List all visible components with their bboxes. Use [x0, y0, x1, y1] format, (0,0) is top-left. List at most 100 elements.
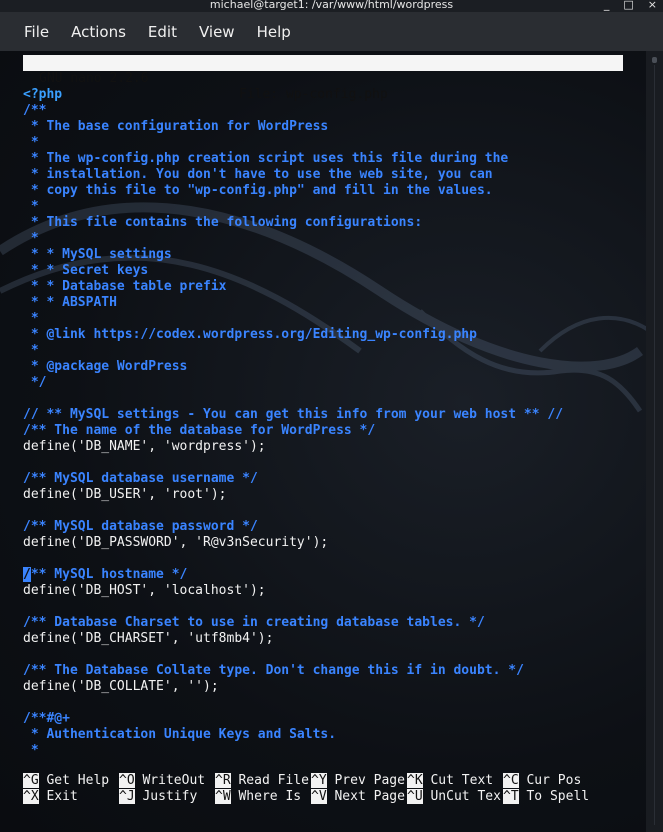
code-line: /** The name of the database for WordPre…: [23, 423, 376, 438]
shortcut-label: UnCut Tex: [422, 789, 501, 804]
shortcut-key: ^J: [119, 789, 135, 804]
shortcut-writeout[interactable]: ^O WriteOut: [119, 773, 205, 789]
code-line: * * MySQL settings: [23, 247, 172, 262]
shortcut-next-page[interactable]: ^V Next Page: [311, 789, 405, 805]
code-line: * The wp-config.php creation script uses…: [23, 151, 509, 166]
shortcut-key: ^U: [407, 789, 423, 804]
shortcut-label: Read File: [230, 773, 309, 788]
shortcut-read-file[interactable]: ^R Read File: [215, 773, 309, 789]
code-line: * This file contains the following confi…: [23, 215, 423, 230]
shortcut-key: ^O: [119, 773, 135, 788]
shortcut-key: ^V: [311, 789, 327, 804]
code-line: * installation. You don't have to use th…: [23, 167, 493, 182]
menu-actions[interactable]: Actions: [71, 23, 126, 41]
shortcut-label: Cut Text: [422, 773, 494, 788]
scrollbar-track: [654, 65, 655, 825]
code-line: // ** MySQL settings - You can get this …: [23, 407, 564, 422]
shortcut-key: ^C: [503, 773, 519, 788]
shortcut-label: Next Page: [326, 789, 405, 804]
code-line: *: [23, 199, 39, 214]
code-line: *: [23, 231, 39, 246]
nano-header: GNU nano 2.2.6 File: wp-config.php: [23, 55, 623, 102]
code-line: * The base configuration for WordPress: [23, 119, 329, 134]
nano-shortcut-bar: ^G Get Help ^O WriteOut ^R Read File ^Y Pre…: [23, 773, 643, 805]
menu-file[interactable]: File: [24, 23, 49, 41]
menu-edit[interactable]: Edit: [148, 23, 177, 41]
menu-view[interactable]: View: [199, 23, 235, 41]
code-line: *: [23, 743, 39, 758]
shortcut-row: ^X Exit ^J Justify ^W Where Is ^V Next Page…: [23, 789, 643, 805]
code-line: */: [23, 375, 47, 390]
code-line: define('DB_HOST', 'localhost');: [23, 583, 266, 598]
maximize-icon[interactable]: □: [623, 0, 633, 11]
text-cursor: /: [23, 567, 31, 582]
code-line: *: [23, 343, 39, 358]
scrollbar[interactable]: [646, 51, 663, 832]
window-controls: _ □ ×: [604, 0, 657, 11]
code-line: define('DB_COLLATE', '');: [23, 679, 219, 694]
shortcut-key: ^X: [23, 789, 39, 804]
shortcut-exit[interactable]: ^X Exit: [23, 789, 78, 805]
close-icon[interactable]: ×: [648, 0, 657, 11]
shortcut-label: Exit: [38, 789, 78, 804]
shortcut-key: ^Y: [311, 773, 327, 788]
shortcut-cut-text[interactable]: ^K Cut Text: [407, 773, 493, 789]
code-line: * @link https://codex.wordpress.org/Edit…: [23, 327, 477, 342]
code-line: define('DB_CHARSET', 'utf8mb4');: [23, 631, 274, 646]
code-line: /** MySQL hostname */: [23, 567, 188, 582]
shortcut-get-help[interactable]: ^G Get Help: [23, 773, 109, 789]
code-line: /** MySQL database password */: [23, 519, 258, 534]
code-line: /**#@+: [23, 711, 70, 726]
code-line: /**: [23, 103, 47, 118]
shortcut-label: Justify: [134, 789, 198, 804]
code-editor[interactable]: <?php/** * The base configuration for Wo…: [23, 87, 643, 759]
shortcut-to-spell[interactable]: ^T To Spell: [503, 789, 589, 805]
shortcut-key: ^G: [23, 773, 39, 788]
scrollbar-thumb[interactable]: [652, 57, 657, 63]
minimize-icon[interactable]: _: [604, 0, 610, 11]
menu-help[interactable]: Help: [257, 23, 291, 41]
shortcut-label: Get Help: [38, 773, 110, 788]
code-line: define('DB_NAME', 'wordpress');: [23, 439, 266, 454]
shortcut-prev-page[interactable]: ^Y Prev Page: [311, 773, 405, 789]
shortcut-uncut-tex[interactable]: ^U UnCut Tex: [407, 789, 501, 805]
code-line: /** The Database Collate type. Don't cha…: [23, 663, 524, 678]
terminal-area[interactable]: GNU nano 2.2.6 File: wp-config.php <?php…: [0, 51, 663, 832]
menu-bar: File Actions Edit View Help: [0, 12, 663, 51]
shortcut-label: Prev Page: [326, 773, 405, 788]
code-line: * * ABSPATH: [23, 295, 117, 310]
shortcut-label: WriteOut: [134, 773, 206, 788]
shortcut-key: ^W: [215, 789, 231, 804]
code-line: * * Database table prefix: [23, 279, 227, 294]
code-line: /** Database Charset to use in creating …: [23, 615, 485, 630]
shortcut-label: Where Is: [230, 789, 302, 804]
window-title-bar: michael@target1: /var/www/html/wordpress…: [0, 0, 663, 12]
shortcut-label: To Spell: [518, 789, 590, 804]
code-line: * * Secret keys: [23, 263, 149, 278]
code-line: *: [23, 135, 39, 150]
code-line: * copy this file to "wp-config.php" and …: [23, 183, 493, 198]
shortcut-justify[interactable]: ^J Justify: [119, 789, 197, 805]
code-line: * Authentication Unique Keys and Salts.: [23, 727, 337, 742]
shortcut-where-is[interactable]: ^W Where Is: [215, 789, 301, 805]
shortcut-label: Cur Pos: [518, 773, 582, 788]
code-line: * @package WordPress: [23, 359, 188, 374]
window-title: michael@target1: /var/www/html/wordpress: [209, 0, 454, 11]
shortcut-cur-pos[interactable]: ^C Cur Pos: [503, 773, 581, 789]
nano-version: GNU nano 2.2.6: [39, 71, 149, 86]
shortcut-key: ^T: [503, 789, 519, 804]
shortcut-key: ^R: [215, 773, 231, 788]
shortcut-row: ^G Get Help ^O WriteOut ^R Read File ^Y Pre…: [23, 773, 643, 789]
code-line: define('DB_USER', 'root');: [23, 487, 227, 502]
shortcut-key: ^K: [407, 773, 423, 788]
code-line: /** MySQL database username */: [23, 471, 258, 486]
code-line: define('DB_PASSWORD', 'R@v3nSecurity');: [23, 535, 329, 550]
code-line: *: [23, 311, 39, 326]
